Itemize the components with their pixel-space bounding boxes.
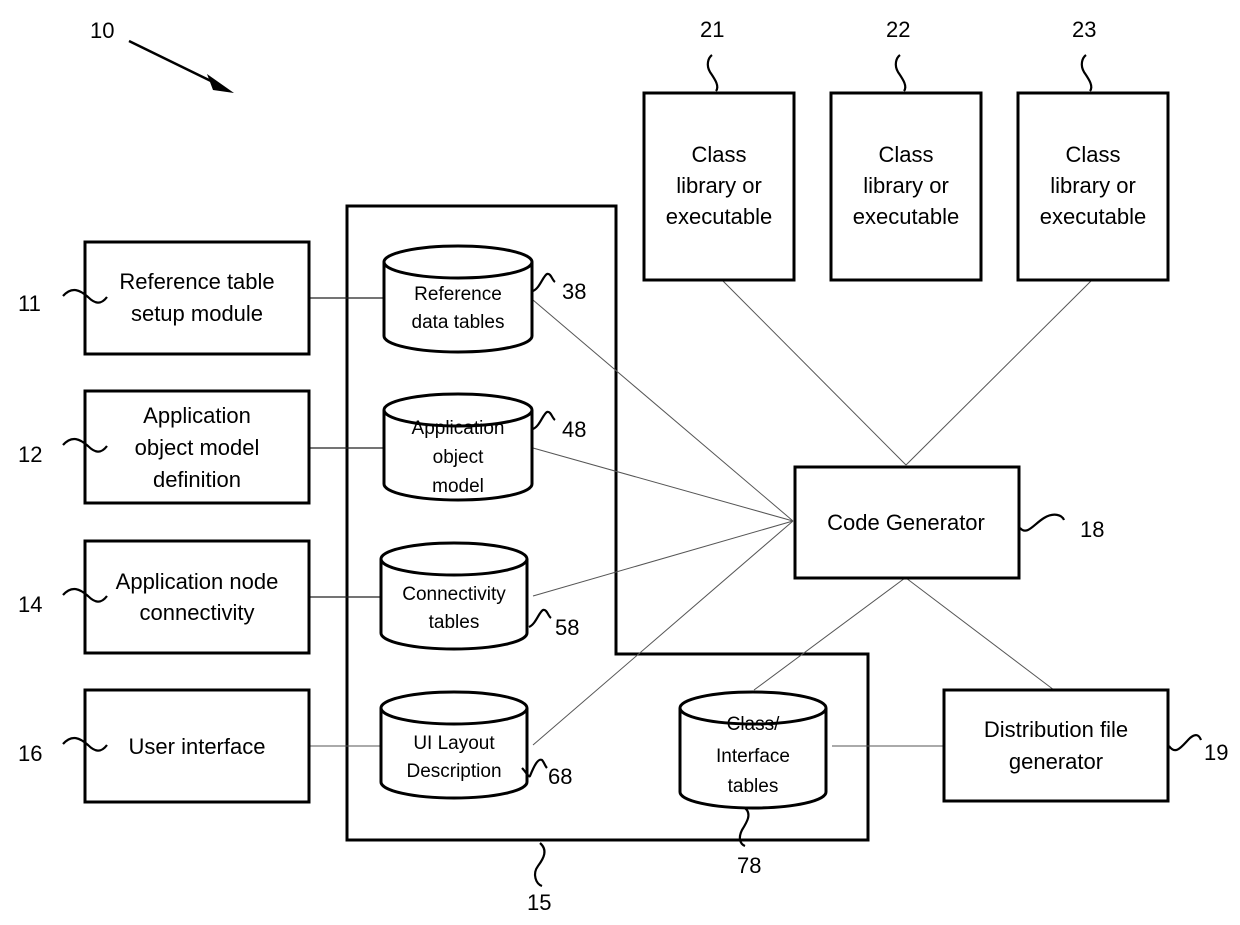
library-leader	[706, 54, 719, 92]
library-ref: 23	[1072, 17, 1096, 42]
database-label-line: Reference	[414, 284, 502, 305]
connection-21-18	[721, 279, 907, 466]
library-leader	[1080, 54, 1093, 92]
module-label-line: Reference table	[119, 269, 274, 294]
library-label-line: executable	[853, 204, 959, 229]
module-label-line: connectivity	[140, 600, 255, 625]
library-label-line: library or	[863, 173, 949, 198]
library-label-line: executable	[666, 204, 772, 229]
module-label-line: object model	[135, 435, 260, 460]
module-14[interactable]: Application node connectivity 14	[18, 539, 311, 655]
module-16[interactable]: User interface 16	[18, 688, 311, 804]
library-23[interactable]: Class library or executable 23	[1016, 17, 1170, 282]
library-label-line: Class	[878, 142, 933, 167]
container-ref: 15	[527, 890, 551, 915]
container-leader	[533, 842, 546, 888]
cylinder-top	[379, 541, 529, 577]
distribution-file-generator[interactable]: Distribution file generator 19	[942, 688, 1228, 803]
module-12[interactable]: Application object model definition 12	[18, 389, 311, 505]
library-label-line: Class	[1065, 142, 1120, 167]
library-ref: 21	[700, 17, 724, 42]
figure-arrow-head-icon	[207, 74, 234, 93]
database-label-line: Class/	[727, 714, 781, 735]
figure-ref-number: 10	[90, 18, 114, 43]
database-ref: 68	[548, 764, 572, 789]
connection-23-18	[905, 279, 1093, 466]
distribution-ref: 19	[1204, 740, 1228, 765]
database-ref: 38	[562, 279, 586, 304]
library-label-line: library or	[676, 173, 762, 198]
database-ref: 58	[555, 615, 579, 640]
library-leader	[894, 54, 907, 92]
cylinder-top	[382, 244, 534, 280]
code-generator-ref: 18	[1080, 517, 1104, 542]
module-11[interactable]: Reference table setup module 11	[18, 240, 311, 356]
distribution-label-line: Distribution file	[984, 717, 1128, 742]
database-label-line: data tables	[412, 312, 505, 333]
module-label-line: definition	[153, 467, 241, 492]
distribution-box	[942, 688, 1170, 803]
distribution-label-line: generator	[1009, 749, 1103, 774]
figure-arrow-shaft	[128, 39, 216, 85]
database-label-line: Application	[412, 418, 505, 439]
database-label-line: Interface	[716, 746, 790, 767]
module-ref: 16	[18, 741, 42, 766]
module-box	[83, 539, 311, 655]
system-diagram: 10 15 Reference table setup module 11 Ap…	[18, 17, 1228, 915]
database-label-line: tables	[429, 612, 480, 633]
library-22[interactable]: Class library or executable 22	[829, 17, 983, 282]
figure-reference: 10	[90, 18, 234, 93]
module-box	[83, 240, 311, 356]
database-ref: 48	[562, 417, 586, 442]
database-label-line: UI Layout	[413, 733, 495, 754]
database-label-line: tables	[728, 776, 779, 797]
module-ref: 11	[18, 291, 41, 316]
module-label-line: User interface	[129, 734, 266, 759]
module-label-line: setup module	[131, 301, 263, 326]
distribution-leader	[1168, 734, 1203, 752]
code-generator-label: Code Generator	[827, 510, 985, 535]
module-label-line: Application node	[116, 569, 279, 594]
code-generator-leader	[1019, 513, 1066, 532]
library-label-line: executable	[1040, 204, 1146, 229]
module-ref: 14	[18, 592, 42, 617]
database-ref: 78	[737, 853, 761, 878]
library-21[interactable]: Class library or executable 21	[642, 17, 796, 282]
database-label-line: object	[433, 447, 484, 468]
library-ref: 22	[886, 17, 910, 42]
code-generator[interactable]: Code Generator 18	[793, 465, 1104, 580]
module-ref: 12	[18, 442, 42, 467]
database-label-line: model	[432, 476, 484, 497]
database-78[interactable]: Class/ Interface tables 78	[678, 690, 828, 878]
database-label-line: Connectivity	[402, 584, 506, 605]
database-label-line: Description	[406, 761, 501, 782]
module-label-line: Application	[143, 403, 251, 428]
cylinder-top	[379, 690, 529, 726]
connection-18-19	[905, 577, 1055, 691]
library-label-line: Class	[691, 142, 746, 167]
library-label-line: library or	[1050, 173, 1136, 198]
